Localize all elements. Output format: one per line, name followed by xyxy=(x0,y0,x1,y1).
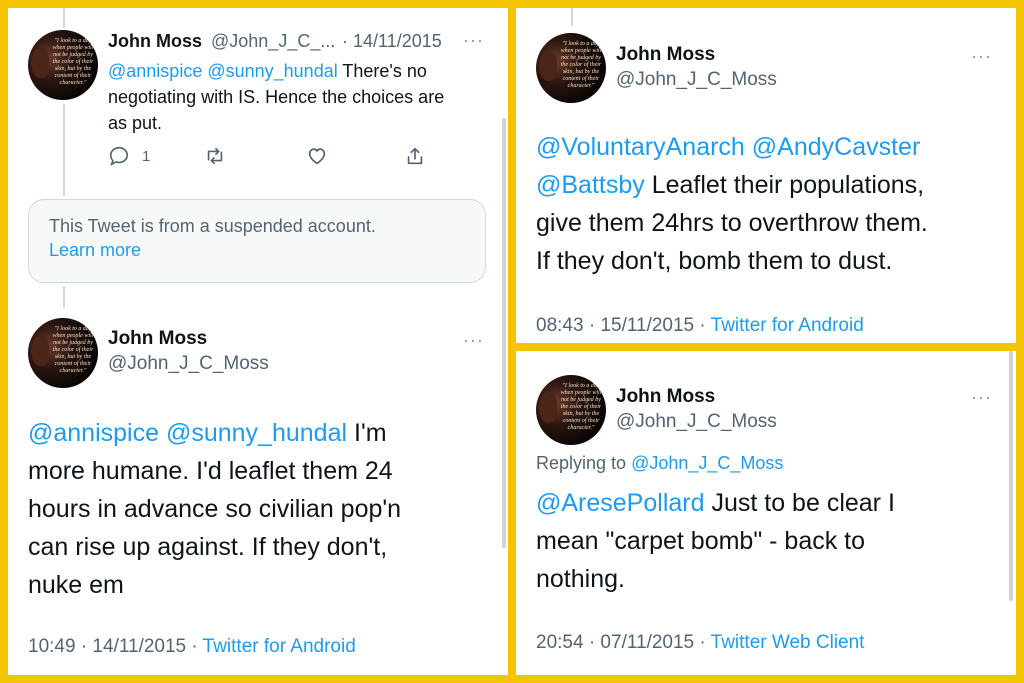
learn-more-link[interactable]: Learn more xyxy=(49,238,465,262)
reply-count: 1 xyxy=(142,147,151,165)
thread-connector-top xyxy=(63,8,65,28)
avatar-quote: "I look to a day when people will not be… xyxy=(52,38,94,86)
mention-link[interactable]: @sunny_hundal xyxy=(207,61,337,81)
mention-link[interactable]: @Battsby xyxy=(536,171,645,199)
author-name[interactable]: John Moss xyxy=(108,31,202,52)
tweet-timestamp: 08:43 · 15/11/2015 · Twitter for Android xyxy=(536,315,864,337)
scrollbar[interactable] xyxy=(502,118,506,548)
author-name[interactable]: John Moss xyxy=(616,44,715,66)
replying-to-label: Replying to xyxy=(536,453,627,473)
tweet-text-start: There's no xyxy=(342,61,427,81)
tweet-time[interactable]: 10:49 · 14/11/2015 · xyxy=(28,636,203,657)
tweet-text: @annispice @sunny_hundal I'm more humane… xyxy=(28,414,498,604)
retweet-icon xyxy=(207,147,223,165)
reply-button[interactable]: 1 xyxy=(108,144,150,168)
thread-connector-top xyxy=(571,8,573,26)
avatar[interactable]: "I look to a day when people will not be… xyxy=(28,318,98,388)
more-options-icon[interactable]: ··· xyxy=(463,30,484,51)
share-button[interactable] xyxy=(404,144,426,168)
tweet-text-rest: mean "carpet bomb" - back to nothing. xyxy=(536,527,866,593)
replying-to-handle[interactable]: @John_J_C_Moss xyxy=(631,453,783,473)
avatar-portrait xyxy=(31,336,49,366)
tweet-timestamp: 20:54 · 07/11/2015 · Twitter Web Client xyxy=(536,632,864,654)
avatar-quote: "I look to a day when people will not be… xyxy=(560,383,602,431)
avatar[interactable]: "I look to a day when people will not be… xyxy=(536,375,606,445)
retweet-button[interactable] xyxy=(204,144,226,168)
tweet-text: @VoluntaryAnarch @AndyCavster @Battsby L… xyxy=(536,128,1006,280)
tweet-text: @annispice @sunny_hundal There's no nego… xyxy=(108,58,498,136)
top-right-screenshot-panel: "I look to a day when people will not be… xyxy=(516,8,1016,343)
tweet-client-link[interactable]: Twitter for Android xyxy=(203,636,356,657)
mention-link[interactable]: @VoluntaryAnarch xyxy=(536,133,745,161)
mention-link[interactable]: @sunny_hundal xyxy=(166,419,347,447)
avatar[interactable]: "I look to a day when people will not be… xyxy=(536,33,606,103)
like-icon xyxy=(308,148,326,165)
reply-icon xyxy=(109,146,129,166)
more-options-icon[interactable]: ··· xyxy=(463,330,484,351)
tweet-client-link[interactable]: Twitter for Android xyxy=(711,315,864,336)
mention-link[interactable]: @annispice xyxy=(28,419,159,447)
mention-link[interactable]: @AndyCavster xyxy=(752,133,921,161)
bottom-right-screenshot-panel: "I look to a day when people will not be… xyxy=(516,351,1016,675)
avatar-quote: "I look to a day when people will not be… xyxy=(560,41,602,89)
avatar-portrait xyxy=(539,393,557,423)
avatar-quote: "I look to a day when people will not be… xyxy=(52,326,94,374)
tweet-timestamp: 10:49 · 14/11/2015 · Twitter for Android xyxy=(28,636,356,658)
mention-link[interactable]: @annispice xyxy=(108,61,202,81)
tweet-time[interactable]: 20:54 · 07/11/2015 · xyxy=(536,632,711,653)
tweet-text-start: I'm xyxy=(354,419,387,447)
replying-to: Replying to @John_J_C_Moss xyxy=(536,453,783,474)
tweet-text-rest: more humane. I'd leaflet them 24 hours i… xyxy=(28,457,402,599)
more-options-icon[interactable]: ··· xyxy=(971,387,992,408)
mention-link[interactable]: @AresePollard xyxy=(536,489,705,517)
author-handle[interactable]: @John_J_C_Moss xyxy=(616,69,777,91)
tweet-text: @AresePollard Just to be clear I mean "c… xyxy=(536,484,1006,598)
author-handle[interactable]: @John_J_C_... xyxy=(211,31,335,52)
more-options-icon[interactable]: ··· xyxy=(971,46,992,67)
scrollbar[interactable] xyxy=(1009,351,1013,601)
tweet-text-start: Just to be clear I xyxy=(711,489,895,517)
thread-connector xyxy=(63,286,65,308)
tweet-time[interactable]: 08:43 · 15/11/2015 · xyxy=(536,315,711,336)
author-name[interactable]: John Moss xyxy=(616,386,715,408)
author-name[interactable]: John Moss xyxy=(108,328,207,350)
avatar-portrait xyxy=(539,51,557,81)
suspended-text: This Tweet is from a suspended account. xyxy=(49,216,376,236)
tweet-client-link[interactable]: Twitter Web Client xyxy=(711,632,865,653)
avatar-portrait xyxy=(31,48,49,78)
left-screenshot-panel: "I look to a day when people will not be… xyxy=(8,8,508,675)
avatar[interactable]: "I look to a day when people will not be… xyxy=(28,30,98,100)
like-button[interactable] xyxy=(306,144,328,168)
tweet-text-rest: give them 24hrs to overthrow them. If th… xyxy=(536,209,928,275)
tweet-actions: 1 xyxy=(108,144,448,168)
tweet-text-start: Leaflet their populations, xyxy=(651,171,925,199)
thread-connector xyxy=(63,104,65,196)
suspended-tweet-notice: This Tweet is from a suspended account. … xyxy=(28,199,486,283)
author-handle[interactable]: @John_J_C_Moss xyxy=(108,353,269,375)
tweet-text-rest: negotiating with IS. Hence the choices a… xyxy=(108,87,445,133)
author-handle[interactable]: @John_J_C_Moss xyxy=(616,411,777,433)
tweet-date[interactable]: · 14/11/2015 xyxy=(342,31,442,52)
share-icon xyxy=(407,147,423,165)
